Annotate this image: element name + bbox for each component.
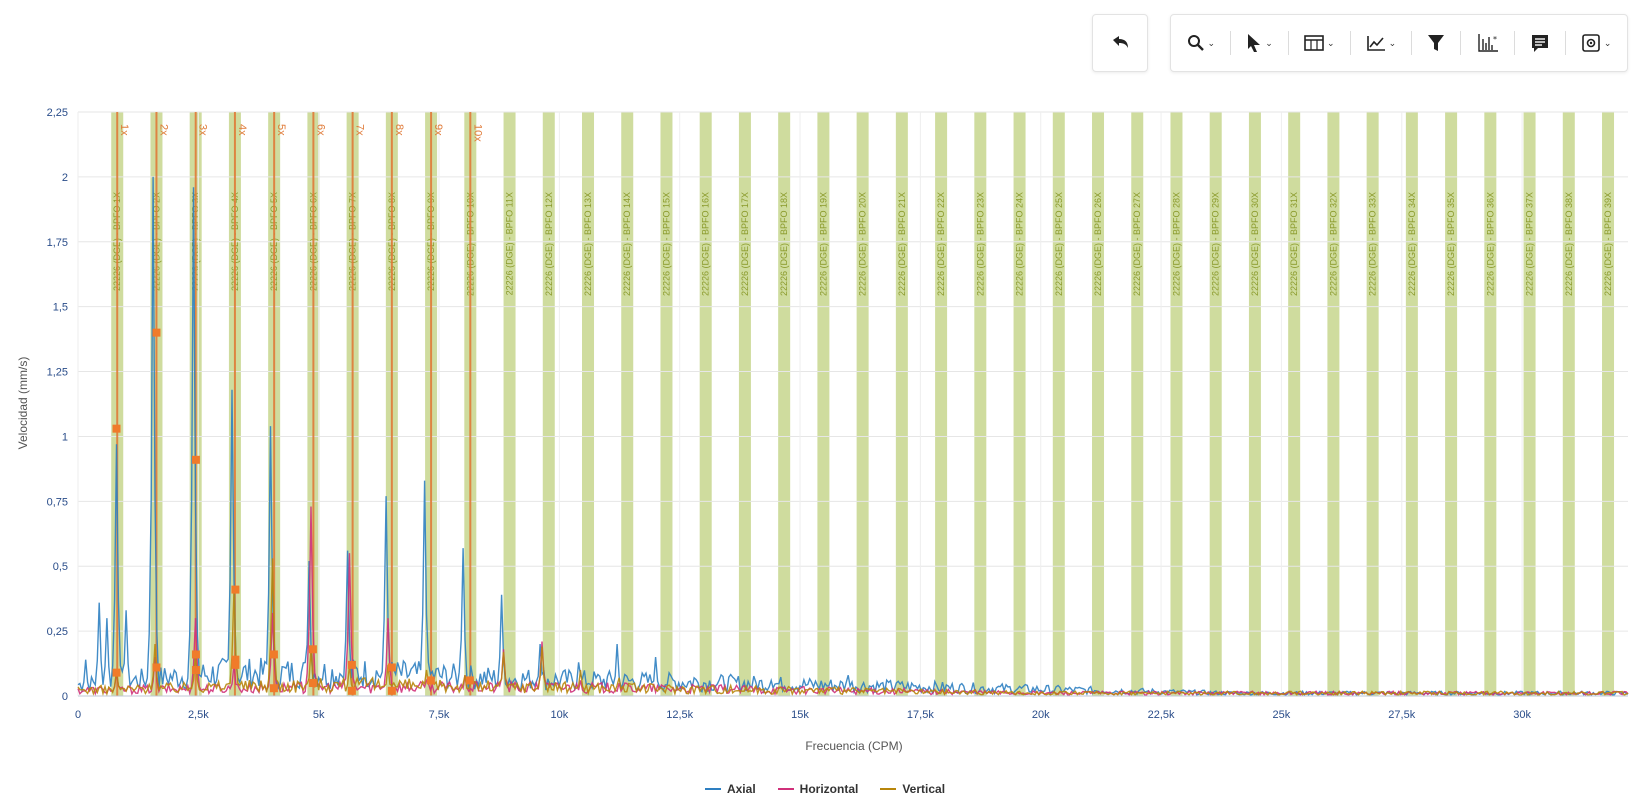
spectrum-chart[interactable]: 22226 (DGE) - BPFO 1X22226 (DGE) - BPFO … xyxy=(0,0,1650,780)
bpfo-band-label: 22226 (DGE) - BPFO 38X xyxy=(1564,192,1574,296)
bpfo-band-label: 22226 (DGE) - BPFO 23X xyxy=(975,192,985,296)
peak-marker xyxy=(308,679,317,688)
peak-marker xyxy=(347,660,356,669)
peak-markers xyxy=(112,328,474,695)
chart-legend: Axial Horizontal Vertical xyxy=(0,782,1650,796)
x-tick-label: 22,5k xyxy=(1148,709,1175,721)
harmonic-label: 7x xyxy=(354,124,366,136)
bpfo-band-label: 22226 (DGE) - BPFO 30X xyxy=(1250,192,1260,296)
legend-label: Horizontal xyxy=(799,782,859,796)
peak-marker xyxy=(191,455,200,464)
x-tick-label: 30k xyxy=(1513,709,1531,721)
bpfo-band-label: 22226 (DGE) - BPFO 37X xyxy=(1525,192,1535,296)
peak-marker xyxy=(269,650,278,659)
peak-marker xyxy=(191,650,200,659)
peak-marker xyxy=(112,668,121,677)
peak-marker xyxy=(387,686,396,695)
legend-swatch xyxy=(777,788,794,790)
peak-marker xyxy=(387,663,396,672)
harmonic-label: 3x xyxy=(197,124,209,136)
bpfo-band-label: 22226 (DGE) - BPFO 24X xyxy=(1015,192,1025,296)
y-tick-label: 0,5 xyxy=(53,561,68,573)
legend-item-axial[interactable]: Axial xyxy=(704,782,756,796)
x-tick-label: 27,5k xyxy=(1388,709,1415,721)
x-tick-label: 2,5k xyxy=(188,709,209,721)
peak-marker xyxy=(152,663,161,672)
peak-marker xyxy=(269,684,278,693)
x-tick-label: 12,5k xyxy=(666,709,693,721)
legend-item-horizontal[interactable]: Horizontal xyxy=(777,782,859,796)
bpfo-band-label: 22226 (DGE) - BPFO 34X xyxy=(1407,192,1417,296)
x-axis-label: Frecuencia (CPM) xyxy=(805,739,902,753)
y-axis-label: Velocidad (mm/s) xyxy=(16,357,30,450)
bpfo-band-label: 22226 (DGE) - BPFO 31X xyxy=(1289,192,1299,296)
peak-marker xyxy=(112,424,121,433)
x-tick-label: 17,5k xyxy=(907,709,934,721)
bpfo-band-label: 22226 (DGE) - BPFO 36X xyxy=(1485,192,1495,296)
harmonic-label: 6x xyxy=(314,124,326,136)
harmonic-label: 2x xyxy=(157,124,169,136)
y-tick-label: 0,75 xyxy=(47,496,68,508)
legend-swatch xyxy=(704,788,721,790)
peak-marker xyxy=(308,645,317,654)
bpfo-band-label: 22226 (DGE) - BPFO 21X xyxy=(897,192,907,296)
peak-marker xyxy=(152,328,161,337)
bpfo-band-label: 22226 (DGE) - BPFO 29X xyxy=(1211,192,1221,296)
y-tick-label: 1,5 xyxy=(53,302,68,314)
bpfo-band-label: 22226 (DGE) - BPFO 25X xyxy=(1054,192,1064,296)
y-tick-label: 1,75 xyxy=(47,237,68,249)
bpfo-band-label: 22226 (DGE) - BPFO 39X xyxy=(1603,192,1613,296)
x-tick-label: 10k xyxy=(550,709,568,721)
x-tick-label: 5k xyxy=(313,709,325,721)
harmonic-label: 1x xyxy=(118,124,130,136)
bpfo-band-label: 22226 (DGE) - BPFO 20X xyxy=(858,192,868,296)
bpfo-band-label: 22226 (DGE) - BPFO 35X xyxy=(1446,192,1456,296)
x-tick-label: 15k xyxy=(791,709,809,721)
bpfo-band-label: 22226 (DGE) - BPFO 32X xyxy=(1328,192,1338,296)
harmonic-label: 10x xyxy=(471,124,483,142)
bpfo-band-label: 22226 (DGE) - BPFO 27X xyxy=(1132,192,1142,296)
legend-label: Axial xyxy=(726,782,756,796)
y-tick-label: 0,25 xyxy=(47,626,68,638)
harmonic-label: 5x xyxy=(275,124,287,136)
harmonic-label: 4x xyxy=(236,124,248,136)
bpfo-band-label: 22226 (DGE) - BPFO 22X xyxy=(936,192,946,296)
bpfo-band-label: 22226 (DGE) - BPFO 16X xyxy=(701,192,711,296)
y-tick-label: 2,25 xyxy=(47,107,68,119)
bpfo-band-label: 22226 (DGE) - BPFO 14X xyxy=(622,192,632,296)
y-tick-label: 1,25 xyxy=(47,367,68,379)
bpfo-band-label: 22226 (DGE) - BPFO 12X xyxy=(544,192,554,296)
peak-marker xyxy=(231,660,240,669)
y-tick-label: 0 xyxy=(62,691,68,703)
x-tick-label: 0 xyxy=(75,709,81,721)
bpfo-band-label: 22226 (DGE) - BPFO 33X xyxy=(1368,192,1378,296)
bpfo-band-label: 22226 (DGE) - BPFO 17X xyxy=(740,192,750,296)
bpfo-band-label: 22226 (DGE) - BPFO 11X xyxy=(505,192,515,295)
bpfo-band-label: 22226 (DGE) - BPFO 15X xyxy=(661,192,671,296)
legend-item-vertical[interactable]: Vertical xyxy=(880,782,945,796)
peak-marker xyxy=(465,676,474,685)
peak-marker xyxy=(231,585,240,594)
y-tick-label: 1 xyxy=(62,431,68,443)
bpfo-band-label: 22226 (DGE) - BPFO 28X xyxy=(1171,192,1181,296)
legend-label: Vertical xyxy=(902,782,946,796)
harmonic-label: 9x xyxy=(432,124,444,136)
peak-marker xyxy=(426,676,435,685)
x-tick-label: 20k xyxy=(1032,709,1050,721)
peak-marker xyxy=(347,686,356,695)
peak-marker xyxy=(191,666,200,675)
bpfo-band-label: 22226 (DGE) - BPFO 26X xyxy=(1093,192,1103,296)
bpfo-band-label: 22226 (DGE) - BPFO 13X xyxy=(583,192,593,296)
y-tick-label: 2 xyxy=(62,172,68,184)
bpfo-band-label: 22226 (DGE) - BPFO 19X xyxy=(818,192,828,296)
harmonic-label: 8x xyxy=(393,124,405,136)
x-tick-label: 25k xyxy=(1273,709,1291,721)
bpfo-bands: 22226 (DGE) - BPFO 1X22226 (DGE) - BPFO … xyxy=(111,112,1615,696)
x-tick-label: 7,5k xyxy=(429,709,450,721)
legend-swatch xyxy=(880,788,897,790)
bpfo-band-label: 22226 (DGE) - BPFO 18X xyxy=(779,192,789,296)
